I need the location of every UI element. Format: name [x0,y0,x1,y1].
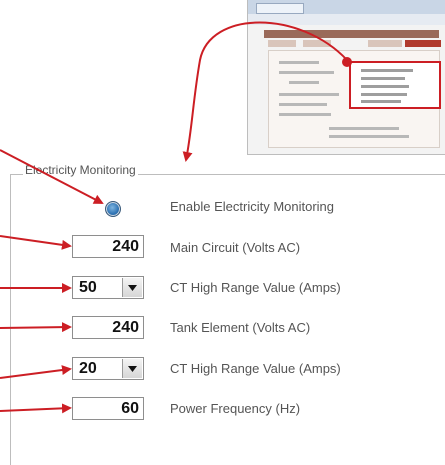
tank-element-label: Tank Element (Volts AC) [170,320,311,335]
tank-element-input[interactable]: 240 [72,316,144,339]
thumbnail-address-bar [248,14,445,25]
group-legend: Electricity Monitoring [23,163,138,177]
ct-range-label-1: CT High Range Value (Amps) [170,280,341,295]
main-circuit-input[interactable]: 240 [72,235,144,258]
thumbnail-highlight-box [349,61,441,109]
ct-range-label-2: CT High Range Value (Amps) [170,361,341,376]
page-thumbnail [247,0,445,155]
thumbnail-tab [268,40,296,47]
chevron-down-icon[interactable] [122,278,142,297]
ct-range-select-1[interactable]: 50 [72,276,144,299]
ct-range-select-2[interactable]: 20 [72,357,144,380]
ct-range-value-1: 50 [79,279,97,296]
power-frequency-input[interactable]: 60 [72,397,144,420]
thumbnail-tab [303,40,331,47]
thumbnail-callout-dot [342,57,352,67]
thumbnail-tab-active [405,40,441,47]
enable-label: Enable Electricity Monitoring [170,199,335,214]
main-circuit-label: Main Circuit (Volts AC) [170,240,301,255]
enable-radio-button[interactable] [105,201,121,217]
thumbnail-tab [368,40,402,47]
ct-range-value-2: 20 [79,360,97,377]
thumbnail-browser-tab [256,3,304,14]
power-frequency-label: Power Frequency (Hz) [170,401,301,416]
chevron-down-icon[interactable] [122,359,142,378]
thumbnail-header [264,30,439,38]
